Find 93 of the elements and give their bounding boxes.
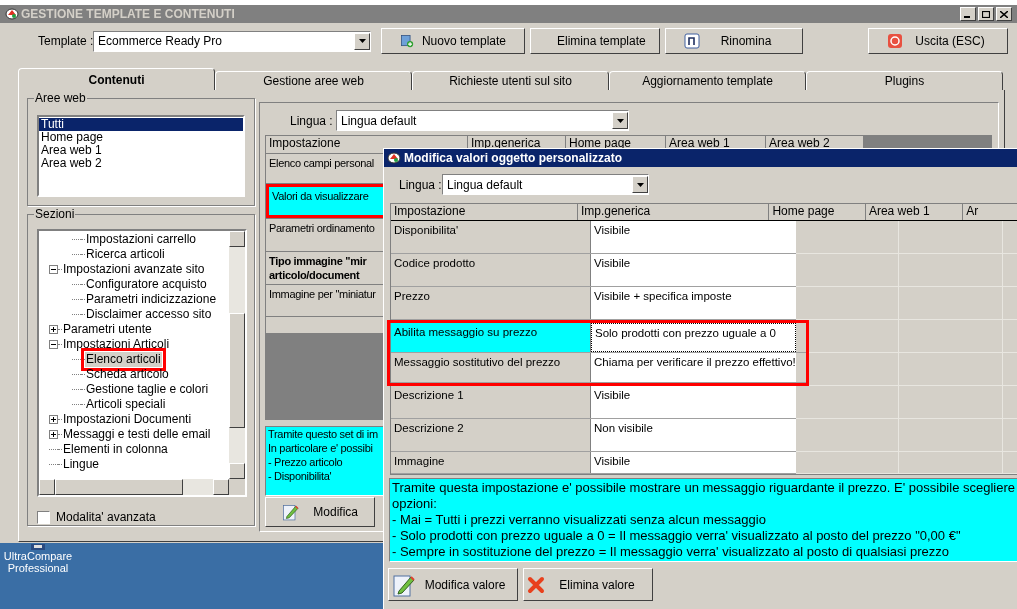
description-line: opzioni:: [392, 496, 437, 512]
tab[interactable]: Plugins: [806, 71, 1003, 90]
maximize-button[interactable]: [978, 7, 994, 21]
checkbox-label: Modalita' avanzata: [56, 509, 156, 526]
column-header: Ar: [963, 204, 1017, 220]
description-line: - Sempre in sostituzione del prezzo = Il messaggio verra' visualizzato al posto di qualsiasi prezzo: [392, 544, 950, 560]
tree-item[interactable]: Parametri indicizzazione: [85, 292, 218, 307]
toolbar-button[interactable]: Rinomina: [665, 28, 803, 54]
checkbox[interactable]: [37, 510, 50, 524]
description-line: - Solo prodotti con prezzo uguale a 0 = Il messaggio verra' visualizzato al posto del prezzo "0,00 €": [392, 528, 961, 544]
list-item[interactable]: Home page: [39, 131, 243, 144]
language-dropdown[interactable]: Lingua default: [442, 174, 649, 195]
language-label: Lingua :: [290, 112, 334, 130]
edit-button[interactable]: Modifica valore: [388, 568, 518, 601]
description-line: In particolare e' possibi: [268, 441, 373, 455]
tree-item[interactable]: Parametri utente: [62, 322, 153, 337]
template-dropdown[interactable]: Ecommerce Ready Pro: [93, 30, 371, 52]
tree-item[interactable]: Ricerca articoli: [85, 247, 166, 262]
tree-item[interactable]: Disclaimer accesso sito: [85, 307, 213, 322]
power-icon: [887, 33, 903, 49]
expand-icon[interactable]: [49, 415, 58, 424]
tree-item[interactable]: Configuratore acquisto: [85, 277, 208, 292]
document-plus-icon: [400, 32, 414, 50]
table-cell[interactable]: Solo prodotti con prezzo uguale a 0: [591, 323, 796, 352]
tab[interactable]: Aggiornamento template: [609, 71, 806, 90]
table-cell[interactable]: Descrizione 2: [391, 419, 591, 451]
vertical-scrollbar[interactable]: [229, 231, 245, 479]
template-label: Template :: [38, 33, 93, 50]
description-line: Tramite questa impostazione e' possibile mostrare un messaggio riguardante il prezzo. E' possibile scegliere: [392, 480, 1015, 496]
list-item[interactable]: Tutti: [39, 118, 243, 131]
toolbar-button[interactable]: Nuovo template: [381, 28, 525, 54]
tree-item[interactable]: Impostazioni avanzate sito: [62, 262, 206, 277]
tree-item[interactable]: Impostazioni Documenti: [62, 412, 193, 427]
window-title: GESTIONE TEMPLATE E CONTENUTI: [21, 6, 235, 23]
tree-item[interactable]: Messaggi e testi delle email: [62, 427, 212, 442]
collapse-icon[interactable]: [49, 265, 58, 274]
description-line: Tramite questo set di im: [268, 427, 378, 441]
table-cell[interactable]: Visibile: [591, 452, 796, 473]
minimize-button[interactable]: [960, 7, 976, 21]
list-item[interactable]: Area web 1: [39, 144, 243, 157]
dropdown-arrow-icon: [616, 118, 624, 123]
column-header: Home page: [769, 204, 866, 220]
table-cell[interactable]: Visibile + specifica imposte: [591, 287, 796, 319]
table-cell[interactable]: Descrizione 1: [391, 386, 591, 418]
maximize-icon: [982, 10, 990, 18]
table-cell[interactable]: Visibile: [591, 254, 796, 286]
description-line: - Prezzo articolo: [268, 455, 343, 469]
column-header: Imp.generica: [577, 204, 770, 220]
table-cell[interactable]: Non visibile: [591, 419, 796, 451]
toolbar-button[interactable]: Elimina template: [530, 28, 660, 54]
tree-item[interactable]: Impostazioni Articoli: [62, 337, 171, 352]
tab[interactable]: Gestione aree web: [215, 71, 412, 90]
dropdown-arrow-icon: [636, 182, 644, 187]
language-dropdown[interactable]: Lingua default: [336, 110, 629, 131]
edit-button[interactable]: Modifica: [265, 497, 375, 527]
table-cell[interactable]: Abilita messaggio su prezzo: [391, 323, 591, 352]
dropdown-arrow-icon: [358, 39, 366, 43]
tree-item[interactable]: Impostazioni carrello: [85, 232, 198, 247]
collapse-icon[interactable]: [49, 340, 58, 349]
description-line: - Mai = Tutti i prezzi verranno visualizzati senza alcun messaggio: [392, 512, 766, 528]
tree-item[interactable]: Articoli speciali: [85, 397, 167, 412]
horizontal-scrollbar[interactable]: [39, 479, 245, 495]
table-cell[interactable]: Chiama per verificare il prezzo effettivo!: [591, 353, 796, 382]
group-title: Sezioni: [34, 207, 76, 221]
table-cell[interactable]: Messaggio sostitutivo del prezzo: [391, 353, 591, 382]
toolbar-button[interactable]: Uscita (ESC): [868, 28, 1008, 54]
tree-item[interactable]: Lingue: [62, 457, 101, 472]
tree-item[interactable]: Scheda articolo: [85, 367, 170, 382]
table-cell[interactable]: Visibile: [591, 386, 796, 418]
app-logo-icon: [387, 152, 401, 164]
app-icon[interactable]: [31, 544, 45, 550]
table-cell[interactable]: Prezzo: [391, 287, 591, 319]
delete-button[interactable]: Elimina valore: [523, 568, 653, 601]
tree-item[interactable]: Elementi in colonna: [62, 442, 169, 457]
list-item[interactable]: Area web 2: [39, 157, 243, 170]
app-logo-icon: [5, 8, 19, 20]
column-header: Area web 1: [865, 204, 964, 220]
rename-icon: [684, 33, 700, 49]
tab[interactable]: Richieste utenti sul sito: [412, 71, 609, 90]
cross-icon: [527, 575, 545, 594]
table-cell[interactable]: Visibile: [591, 221, 796, 253]
tab[interactable]: Contenuti: [18, 68, 215, 90]
table-cell[interactable]: Codice prodotto: [391, 254, 591, 286]
group-title: Aree web: [34, 91, 87, 105]
table-cell[interactable]: Disponibilita': [391, 221, 591, 253]
description-line: - Disponibilita': [268, 469, 332, 483]
column-header: Impostazione: [391, 204, 578, 220]
expand-icon[interactable]: [49, 430, 58, 439]
tree-item[interactable]: Gestione taglie e colori: [85, 382, 210, 397]
close-icon: [1000, 10, 1008, 18]
close-button[interactable]: [996, 7, 1012, 21]
desktop-icon-label[interactable]: UltraCompare Professional: [3, 550, 73, 574]
expand-icon[interactable]: [49, 325, 58, 334]
